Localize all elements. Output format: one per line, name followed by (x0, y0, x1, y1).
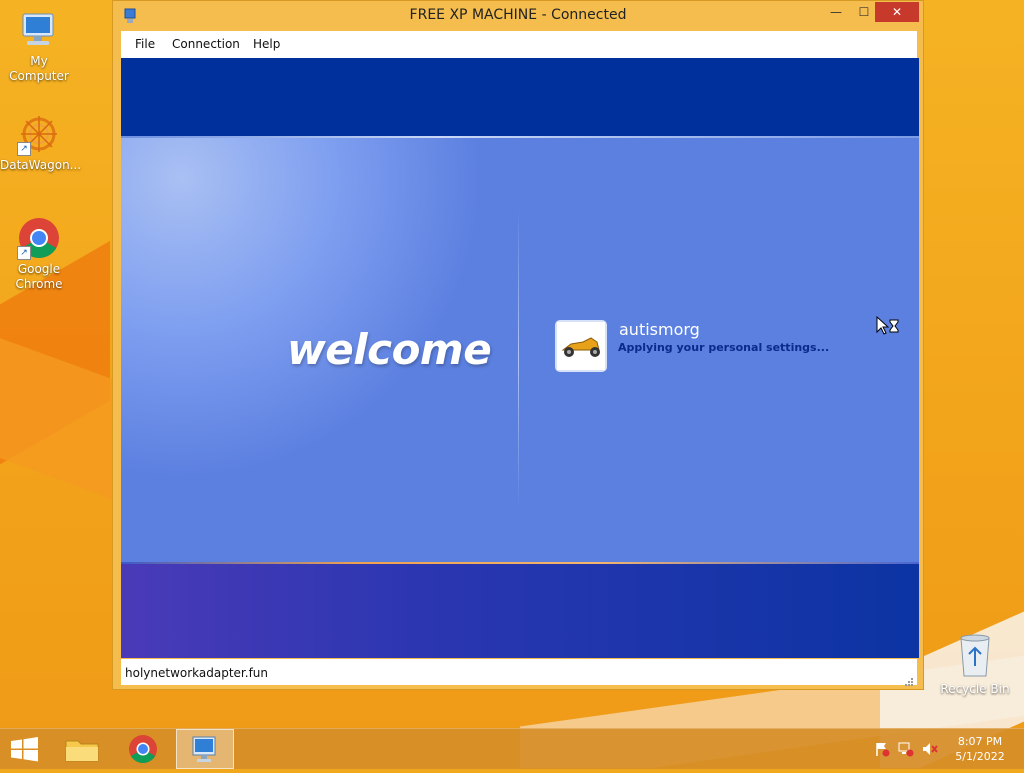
volume-muted-icon[interactable] (922, 741, 938, 757)
desktop-icon-label: Google Chrome (15, 262, 63, 291)
window-title: FREE XP MACHINE - Connected (409, 7, 627, 23)
remote-screen[interactable]: welcome autismorg Applying your personal… (121, 58, 919, 658)
start-button[interactable] (0, 729, 56, 769)
folder-icon (65, 740, 99, 762)
logon-status: Applying your personal settings... (618, 341, 830, 354)
taskbar: 8:07 PM 5/1/2022 (0, 728, 1024, 769)
user-avatar (555, 320, 607, 372)
xp-bottom-band (121, 564, 919, 658)
close-button[interactable]: ✕ (875, 2, 919, 22)
user-name: autismorg (619, 320, 700, 339)
chrome-icon: ↗ (17, 216, 61, 260)
desktop-icon-label: DataWagon... (0, 158, 82, 172)
taskbar-remote-desktop-app[interactable] (176, 729, 234, 769)
datawagon-icon: ↗ (17, 112, 61, 156)
status-text: holynetworkadapter.fun (125, 666, 269, 680)
menu-bar: File Connection Help (121, 31, 917, 58)
busy-cursor-icon (876, 315, 902, 336)
xp-top-band (121, 58, 919, 136)
menu-help[interactable]: Help (253, 37, 280, 51)
windows-logo-icon (11, 737, 38, 762)
network-icon[interactable] (898, 741, 914, 757)
desktop-icon-my-computer[interactable]: My Computer (0, 8, 78, 84)
taskbar-google-chrome[interactable] (115, 729, 171, 769)
shortcut-arrow-icon: ↗ (17, 246, 31, 260)
menu-file[interactable]: File (135, 37, 155, 51)
status-bar: holynetworkadapter.fun (121, 659, 917, 686)
desktop-icon-label: Recycle Bin (940, 682, 1010, 696)
desktop-icon-datawagon[interactable]: ↗ DataWagon... (0, 112, 82, 173)
chrome-icon (129, 735, 157, 763)
maximize-button[interactable]: ☐ (851, 2, 877, 22)
race-car-icon (557, 322, 605, 370)
clock-time: 8:07 PM (957, 735, 1003, 748)
desktop-icon-label: My Computer (9, 54, 69, 83)
taskbar-file-explorer[interactable] (54, 729, 110, 769)
clock-date: 5/1/2022 (955, 750, 1005, 763)
minimize-button[interactable]: — (823, 2, 849, 22)
xp-divider (518, 208, 519, 508)
computer-icon (17, 8, 61, 52)
desktop-icon-google-chrome[interactable]: ↗ Google Chrome (0, 216, 78, 292)
welcome-heading: welcome (287, 325, 492, 374)
shortcut-arrow-icon: ↗ (17, 142, 31, 156)
remote-desktop-window[interactable]: FREE XP MACHINE - Connected — ☐ ✕ File C… (112, 0, 924, 690)
desktop-icon-recycle-bin[interactable]: Recycle Bin (940, 632, 1010, 696)
action-center-flag-icon[interactable] (874, 741, 890, 757)
resize-grip-icon[interactable] (904, 672, 914, 686)
window-titlebar[interactable]: FREE XP MACHINE - Connected — ☐ ✕ (113, 1, 923, 31)
remote-desktop-icon (192, 736, 216, 762)
taskbar-clock[interactable]: 8:07 PM 5/1/2022 (948, 734, 1012, 764)
recycle-bin-icon (955, 632, 995, 680)
menu-connection[interactable]: Connection (172, 37, 240, 51)
